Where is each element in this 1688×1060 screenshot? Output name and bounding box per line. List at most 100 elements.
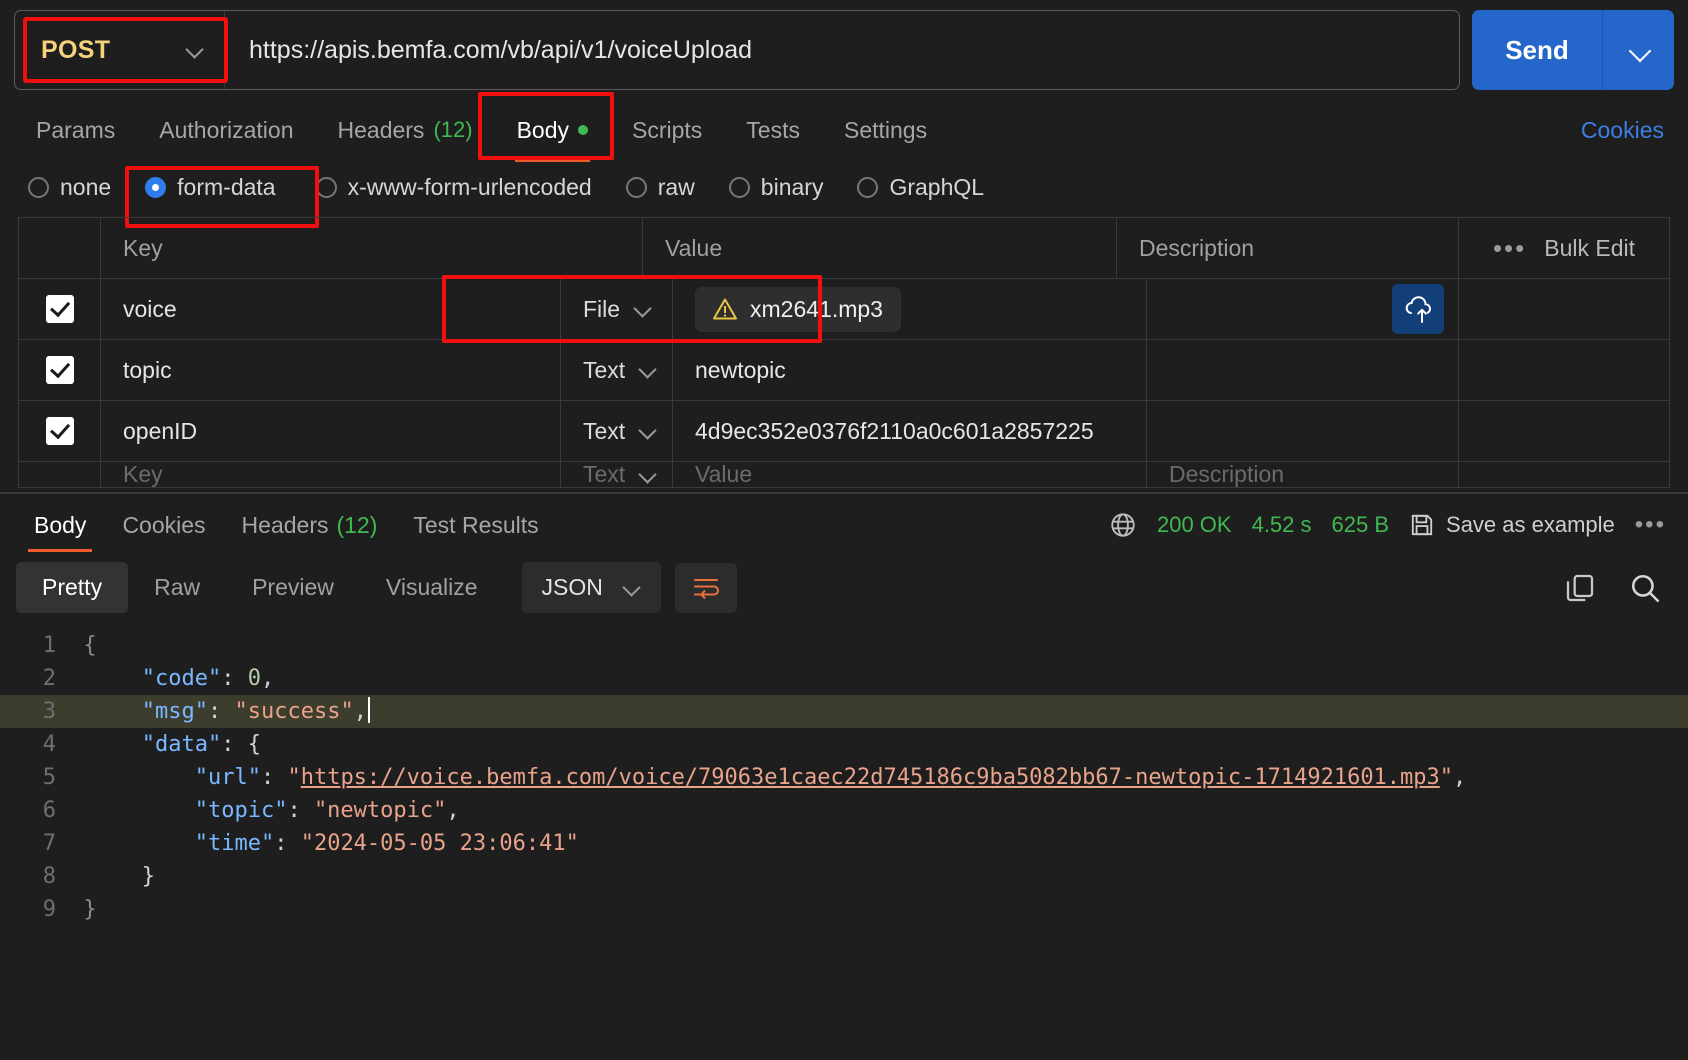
code-fold-icon[interactable]: } <box>78 893 102 926</box>
view-tab-pretty[interactable]: Pretty <box>16 562 129 613</box>
response-view-toolbar: Pretty Raw Preview Visualize JSON <box>0 556 1688 621</box>
more-horizontal-icon[interactable]: ••• <box>1493 233 1526 264</box>
word-wrap-button[interactable] <box>674 562 737 613</box>
row-description-cell[interactable] <box>1147 279 1459 339</box>
row-checkbox-cell[interactable] <box>19 279 101 339</box>
code-line: 2 "code": 0, <box>0 662 1688 695</box>
request-url-bar: POST https://apis.bemfa.com/vb/api/v1/vo… <box>0 0 1688 100</box>
placeholder-type-dropdown[interactable]: Text <box>561 462 673 487</box>
code-text: "time": "2024-05-05 23:06:41" <box>102 827 579 860</box>
line-number: 8 <box>42 864 56 889</box>
view-tab-preview[interactable]: Preview <box>226 562 360 613</box>
response-tab-label: Test Results <box>413 511 539 538</box>
radio-icon <box>625 177 647 198</box>
copy-icon[interactable] <box>1564 572 1596 604</box>
json-key: "data" <box>141 732 222 757</box>
code-fold-icon[interactable]: { <box>78 629 102 662</box>
json-string: "success" <box>234 699 354 724</box>
code-text: "topic": "newtopic", <box>102 794 460 827</box>
placeholder-key-label: Key <box>123 462 163 487</box>
response-more-icon[interactable]: ••• <box>1635 511 1666 539</box>
row-checkbox-cell[interactable] <box>19 401 101 461</box>
response-tab-test-results[interactable]: Test Results <box>395 494 556 556</box>
bulk-edit-label[interactable]: Bulk Edit <box>1544 235 1635 262</box>
line-number: 5 <box>42 765 56 790</box>
code-line: 1 { <box>0 629 1688 662</box>
body-type-binary[interactable]: binary <box>728 174 824 201</box>
row-value-cell[interactable]: newtopic <box>673 340 1147 400</box>
placeholder-key-cell[interactable]: Key <box>101 462 561 487</box>
response-tab-cookies[interactable]: Cookies <box>104 494 223 556</box>
code-line-highlighted: 3 "msg": "success", <box>0 695 1688 728</box>
radio-icon <box>728 177 750 198</box>
bulk-edit-cell[interactable]: ••• Bulk Edit <box>1459 218 1669 278</box>
row-key-cell[interactable]: openID <box>101 401 561 461</box>
row-type-label: Text <box>583 417 626 444</box>
header-description-label: Description <box>1139 234 1255 261</box>
row-key-cell[interactable]: voice <box>101 279 561 339</box>
tab-authorization[interactable]: Authorization <box>137 109 315 152</box>
tab-tests[interactable]: Tests <box>724 109 822 152</box>
json-url-link[interactable]: https://voice.bemfa.com/voice/79063e1cae… <box>301 765 1440 790</box>
body-type-raw[interactable]: raw <box>625 174 695 201</box>
tab-settings[interactable]: Settings <box>822 109 949 152</box>
tab-params[interactable]: Params <box>14 109 137 152</box>
placeholder-description-cell[interactable]: Description <box>1147 462 1459 487</box>
row-value-cell[interactable]: xm2641.mp3 <box>673 279 1147 339</box>
row-checkbox-cell[interactable] <box>19 340 101 400</box>
checkbox-checked-icon[interactable] <box>45 417 74 445</box>
view-tab-visualize[interactable]: Visualize <box>360 562 504 613</box>
form-data-table: Key Value Description ••• Bulk Edit voic… <box>18 217 1670 488</box>
checkbox-checked-icon[interactable] <box>45 295 74 323</box>
globe-icon[interactable] <box>1109 511 1137 539</box>
chevron-down-icon <box>186 41 204 59</box>
code-line: 6 "topic": "newtopic", <box>0 794 1688 827</box>
cookies-link[interactable]: Cookies <box>1581 117 1674 144</box>
tab-label: Headers <box>337 116 425 143</box>
request-tabs: Params Authorization Headers (12) Body S… <box>0 92 1688 162</box>
line-number: 7 <box>42 831 56 856</box>
tab-scripts[interactable]: Scripts <box>610 109 724 152</box>
body-type-label: raw <box>657 174 695 200</box>
code-line: 8 } <box>0 860 1688 893</box>
row-type-dropdown[interactable]: Text <box>561 401 673 461</box>
response-format-dropdown[interactable]: JSON <box>521 562 661 613</box>
json-string: "2024-05-05 23:06:41" <box>300 831 579 856</box>
response-tab-body[interactable]: Body <box>16 494 104 556</box>
response-tab-label: Headers <box>241 511 329 538</box>
send-button[interactable]: Send <box>1472 10 1602 90</box>
body-type-label: binary <box>760 174 824 200</box>
save-as-example-button[interactable]: Save as example <box>1409 512 1615 538</box>
row-type-dropdown[interactable]: File <box>561 279 673 339</box>
search-icon[interactable] <box>1628 571 1662 605</box>
body-type-graphql[interactable]: GraphQL <box>857 174 984 201</box>
view-tab-raw[interactable]: Raw <box>128 562 226 613</box>
body-type-form-data[interactable]: form-data <box>145 174 276 201</box>
row-type-dropdown[interactable]: Text <box>561 340 673 400</box>
body-type-none[interactable]: none <box>28 174 111 201</box>
cloud-upload-button[interactable] <box>1392 284 1444 334</box>
row-value-cell[interactable]: 4d9ec352e0376f2110a0c601a2857225 <box>673 401 1147 461</box>
tab-headers[interactable]: Headers (12) <box>316 109 495 152</box>
url-input[interactable]: https://apis.bemfa.com/vb/api/v1/voiceUp… <box>225 11 1459 89</box>
row-description-cell[interactable] <box>1147 340 1459 400</box>
placeholder-type-label: Text <box>583 462 626 487</box>
response-body-code[interactable]: 1 { 2 "code": 0, 3 "msg": "success", 4 "… <box>0 621 1688 926</box>
placeholder-value-cell[interactable]: Value <box>673 462 1147 487</box>
json-punct: " <box>1439 765 1454 790</box>
http-method-dropdown[interactable]: POST <box>15 11 228 89</box>
response-tab-headers[interactable]: Headers (12) <box>224 494 396 556</box>
line-number: 6 <box>42 798 56 823</box>
row-description-cell[interactable] <box>1147 401 1459 461</box>
checkbox-checked-icon[interactable] <box>45 356 74 384</box>
header-description: Description <box>1117 218 1459 278</box>
body-type-x-www-form-urlencoded[interactable]: x-www-form-urlencoded <box>315 174 592 201</box>
row-type-label: File <box>583 295 621 322</box>
file-chip[interactable]: xm2641.mp3 <box>695 286 901 332</box>
placeholder-spacer-cell <box>1459 462 1669 487</box>
tab-count: (12) <box>433 117 473 142</box>
json-key: "time" <box>194 831 275 856</box>
row-key-cell[interactable]: topic <box>101 340 561 400</box>
send-options-button[interactable] <box>1602 10 1674 90</box>
tab-body[interactable]: Body <box>495 109 610 162</box>
